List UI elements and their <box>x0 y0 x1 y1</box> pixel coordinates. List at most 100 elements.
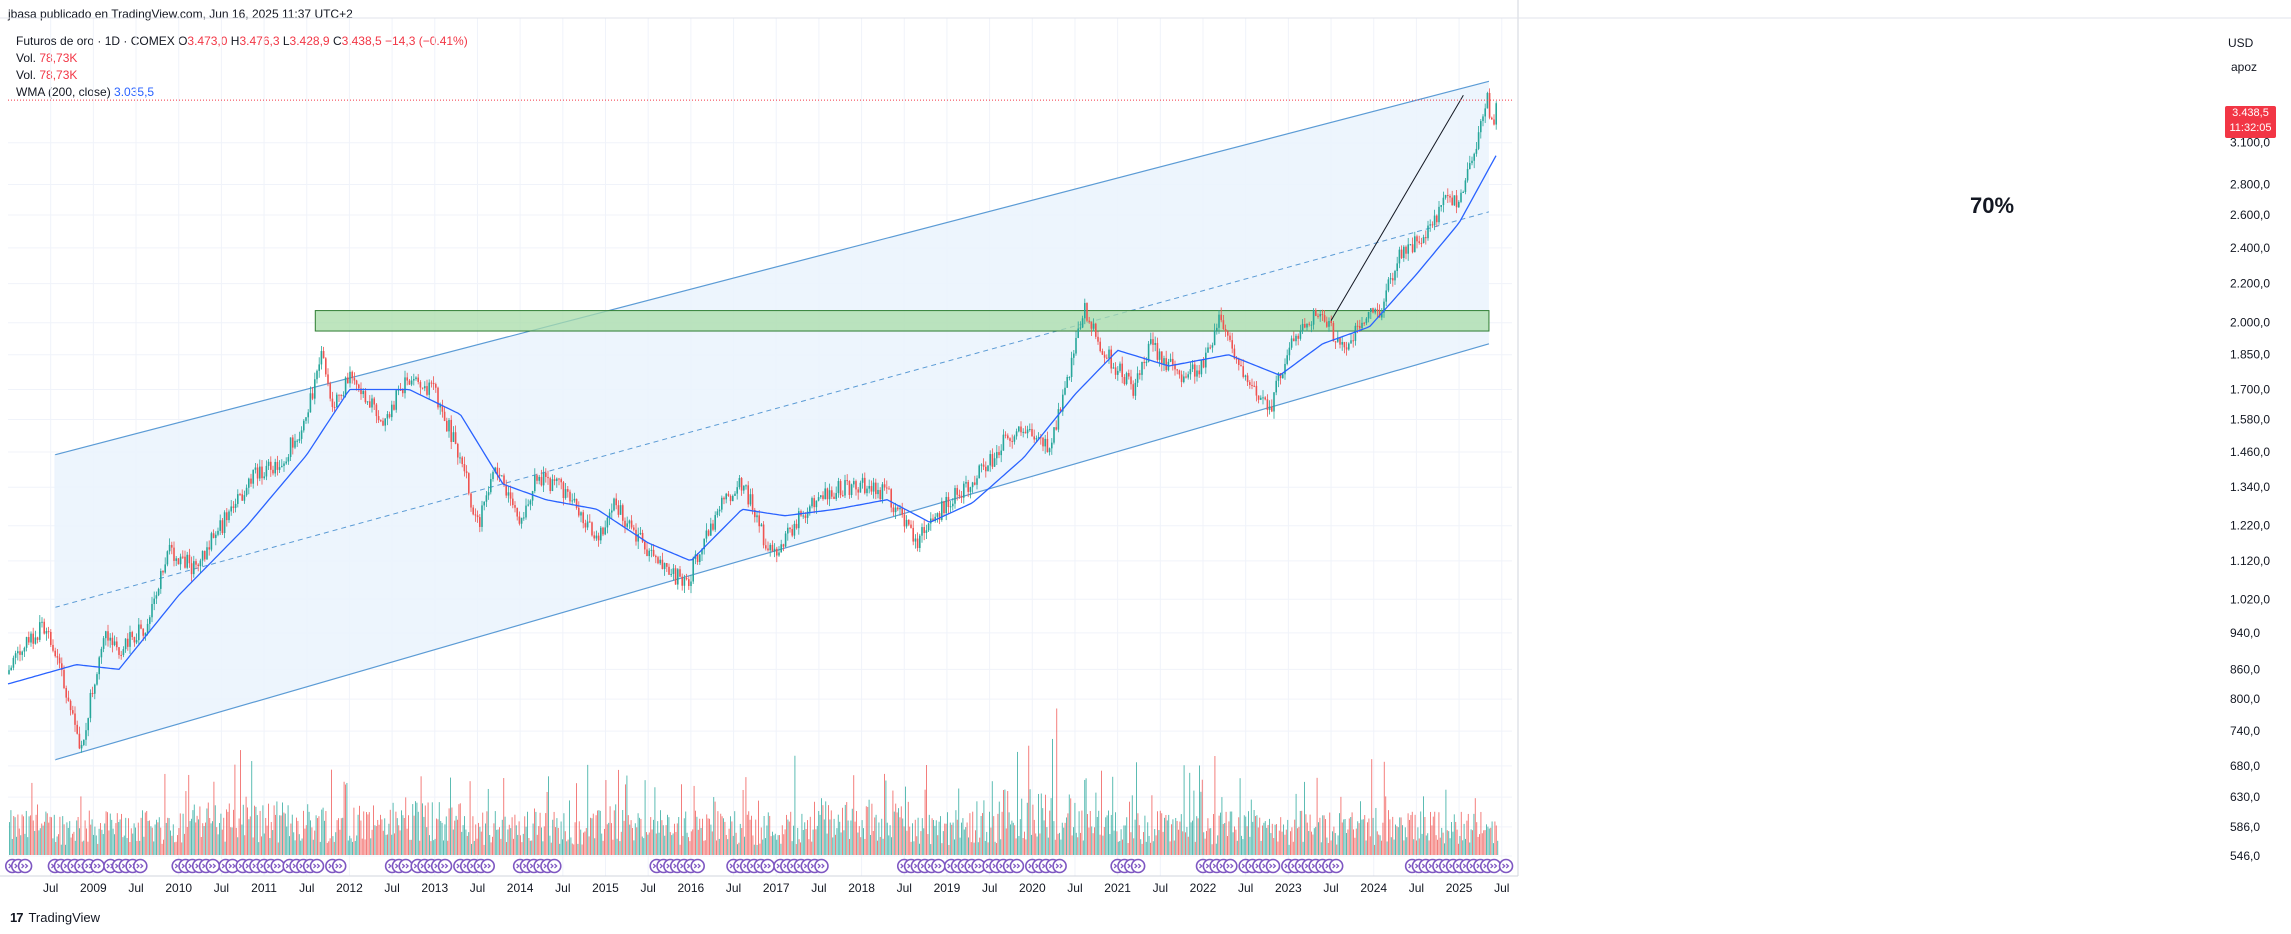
volume-bar <box>1418 838 1420 855</box>
volume-bar <box>125 817 127 855</box>
volume-bar <box>851 808 853 855</box>
volume-bar <box>1234 826 1235 855</box>
candle-body <box>1194 364 1196 377</box>
candle-body <box>776 548 778 556</box>
volume-bar <box>30 815 31 855</box>
candle-body <box>1359 325 1361 329</box>
volume-bar <box>1173 840 1175 855</box>
volume-bar <box>1179 821 1181 855</box>
candle-body <box>839 481 842 496</box>
volume-bar <box>1298 826 1300 855</box>
candle-body <box>604 527 606 535</box>
y-tick: 1.220,0 <box>2230 519 2270 533</box>
candle-body <box>1328 321 1330 327</box>
candle-body <box>292 437 294 448</box>
annotation-70-percent[interactable]: 70% <box>1970 193 2014 218</box>
volume-bar <box>1320 842 1322 855</box>
volume-bar <box>108 830 110 855</box>
volume-bar <box>1469 842 1471 855</box>
candle-body <box>978 465 980 479</box>
volume-bar <box>1164 817 1165 855</box>
candle-body <box>129 632 131 647</box>
volume-bar <box>525 826 527 855</box>
event-markers[interactable] <box>4 858 1514 874</box>
volume-bar <box>1110 814 1112 855</box>
candle-body <box>791 529 793 536</box>
volume-bar <box>685 811 687 855</box>
volume-bar <box>1362 819 1364 855</box>
volume-bar <box>888 835 890 855</box>
volume-bar <box>576 783 577 855</box>
volume-bar <box>1004 789 1006 855</box>
candle-body <box>54 650 56 657</box>
candle-body <box>1275 380 1277 393</box>
y-tick-label: 2.400,0 <box>2230 241 2270 255</box>
volume-bar <box>856 811 857 855</box>
currency-label[interactable]: USD <box>2228 36 2253 50</box>
volume-bar <box>32 820 34 855</box>
volume-bar <box>1477 836 1479 855</box>
candle-body <box>78 733 81 749</box>
volume-bar <box>287 805 289 855</box>
candle-body <box>34 637 37 644</box>
volume-bar <box>809 816 811 855</box>
volume-bar <box>962 818 964 855</box>
volume-bar <box>1442 832 1444 855</box>
volume-bar <box>599 810 601 855</box>
candle-body <box>1125 373 1128 385</box>
volume-bar <box>1327 842 1329 855</box>
volume-bar <box>181 842 183 855</box>
volume-bar <box>871 803 873 855</box>
candle-body <box>314 379 316 399</box>
volume-bar <box>688 837 689 855</box>
candle-body <box>784 533 787 547</box>
volume-bar <box>1059 832 1060 855</box>
volume-bar <box>1278 830 1280 855</box>
volume-bar <box>1194 841 1196 855</box>
volume-bar <box>965 827 967 855</box>
volume-bar <box>641 836 643 855</box>
volume-bar <box>1299 810 1301 855</box>
volume-bar <box>718 838 720 855</box>
volume-bar <box>1365 840 1367 855</box>
candle-body <box>85 730 87 740</box>
candle-body <box>1145 361 1148 364</box>
volume-bar <box>861 820 863 855</box>
candle-body <box>879 489 881 500</box>
candle-body <box>171 544 173 548</box>
candle-body <box>1431 224 1434 226</box>
volume-bar <box>487 788 489 855</box>
volume-bar <box>1140 839 1142 855</box>
x-tick: 2015 <box>592 881 619 895</box>
candle-body <box>1209 347 1211 349</box>
candle-body <box>1220 314 1222 321</box>
candle-body <box>384 418 386 426</box>
volume-bar <box>1042 808 1044 855</box>
parallel-channel[interactable] <box>54 80 1490 761</box>
candle-body <box>1273 392 1275 412</box>
volume-bar <box>660 810 661 855</box>
economic-event-icon <box>1223 858 1238 874</box>
candle-body <box>83 739 85 745</box>
volume-bar <box>823 819 825 855</box>
currency-unit-label[interactable]: apoz <box>2231 60 2257 74</box>
candle-body <box>281 465 283 468</box>
volume-bar <box>1127 843 1129 855</box>
volume-bar <box>87 841 89 855</box>
candle-body <box>56 656 59 658</box>
volume-bar <box>422 803 423 855</box>
candle-body <box>1011 440 1013 442</box>
volume-bar <box>24 833 26 855</box>
x-tick: Jul <box>470 881 485 895</box>
candle-body <box>987 465 989 472</box>
price-chart[interactable]: 3.100,02.800,02.600,02.400,02.200,02.000… <box>0 0 2291 934</box>
candle-body <box>923 527 925 533</box>
candle-body <box>124 638 127 650</box>
volume-bar <box>870 834 871 855</box>
tradingview-logo[interactable]: 17 TradingView <box>10 910 100 925</box>
volume-bar <box>1441 827 1443 855</box>
candle-body <box>1418 241 1420 243</box>
candle-body <box>963 483 965 498</box>
candle-body <box>509 492 512 499</box>
volume-bar <box>742 789 744 855</box>
